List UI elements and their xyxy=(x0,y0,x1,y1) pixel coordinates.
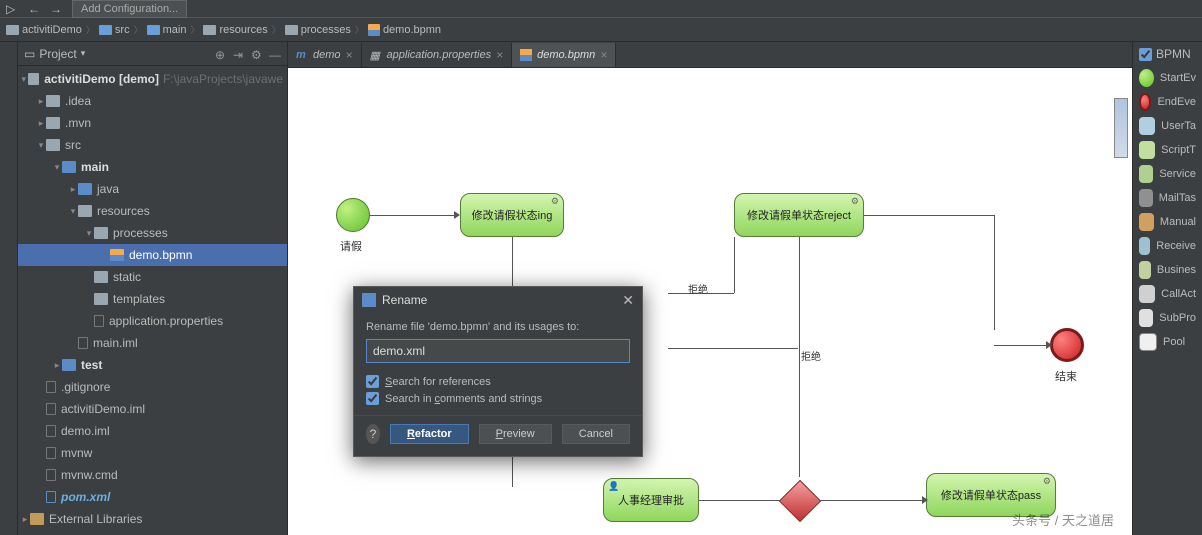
task-modify-status-ing[interactable]: ⚙修改请假状态ing xyxy=(460,193,564,237)
dialog-titlebar[interactable]: Rename ✕ xyxy=(354,287,642,313)
close-icon[interactable]: × xyxy=(346,48,353,62)
crumb-main[interactable]: main xyxy=(147,24,187,36)
palette-mail-task[interactable]: MailTas xyxy=(1133,186,1202,210)
palette-service-task[interactable]: Service xyxy=(1133,162,1202,186)
start-event[interactable] xyxy=(336,198,370,232)
crumb-file[interactable]: demo.bpmn xyxy=(368,24,441,36)
tree-pom[interactable]: pom.xml xyxy=(18,486,287,508)
palette-end-event[interactable]: EndEve xyxy=(1133,90,1202,114)
project-panel-header: ▭Project ▾ ⊕ ⇥ ⚙ — xyxy=(18,42,287,66)
panel-title: Project xyxy=(39,47,76,61)
refactor-button[interactable]: Refactor xyxy=(390,424,469,444)
fwd-icon[interactable]: → xyxy=(50,2,64,16)
cancel-button[interactable]: Cancel xyxy=(562,424,630,444)
user-icon: 👤 xyxy=(608,481,619,492)
tree-activiti-iml[interactable]: activitiDemo.iml xyxy=(18,398,287,420)
run-icon[interactable]: ▷ xyxy=(6,2,20,16)
task-hr-approval[interactable]: 👤人事经理审批 xyxy=(603,478,699,522)
main-toolbar: ▷ ← → Add Configuration... xyxy=(0,0,1202,18)
collapse-icon[interactable]: ⇥ xyxy=(233,48,245,60)
tab-app-props[interactable]: ▦application.properties× xyxy=(362,43,513,67)
chk-search-comments[interactable]: Search in comments and strings xyxy=(366,390,630,407)
gear-icon[interactable]: ⚙ xyxy=(251,48,263,60)
tree-scratches[interactable]: ▸Scratches and Consoles xyxy=(18,530,287,535)
start-label: 请假 xyxy=(340,238,362,254)
intellij-icon xyxy=(362,293,376,307)
edge-label-reject: 拒绝 xyxy=(801,348,821,363)
tree-processes[interactable]: ▾processes xyxy=(18,222,287,244)
tree-mvnw-cmd[interactable]: mvnw.cmd xyxy=(18,464,287,486)
tree-src[interactable]: ▾src xyxy=(18,134,287,156)
edge-label-reject: 拒绝 xyxy=(688,281,708,296)
tree-demo-bpmn[interactable]: demo.bpmn xyxy=(18,244,287,266)
tree-ext-libs[interactable]: ▸External Libraries xyxy=(18,508,287,530)
tree-static[interactable]: static xyxy=(18,266,287,288)
palette-start-event[interactable]: StartEv xyxy=(1133,66,1202,90)
crumb-src[interactable]: src xyxy=(99,24,130,36)
tree-test[interactable]: ▸test xyxy=(18,354,287,376)
close-icon[interactable]: × xyxy=(496,48,503,62)
palette-manual-task[interactable]: Manual xyxy=(1133,210,1202,234)
bpmn-palette: BPMN StartEv EndEve UserTa ScriptT Servi… xyxy=(1132,42,1202,535)
tree-idea[interactable]: ▸.idea xyxy=(18,90,287,112)
tree-resources[interactable]: ▾resources xyxy=(18,200,287,222)
palette-pool[interactable]: Pool xyxy=(1133,330,1202,354)
preview-button[interactable]: Preview xyxy=(479,424,552,444)
project-icon: ▭ xyxy=(24,47,35,61)
task-modify-status-reject[interactable]: ⚙修改请假单状态reject xyxy=(734,193,864,237)
dialog-prompt: Rename file 'demo.bpmn' and its usages t… xyxy=(366,321,630,333)
tree-java[interactable]: ▸java xyxy=(18,178,287,200)
scroll-to-icon[interactable]: ⊕ xyxy=(215,48,227,60)
crumb-resources[interactable]: resources xyxy=(203,24,267,36)
tree-app-props[interactable]: application.properties xyxy=(18,310,287,332)
palette-call-activity[interactable]: CallAct xyxy=(1133,282,1202,306)
dialog-title: Rename xyxy=(382,293,427,307)
tree-demo-iml[interactable]: demo.iml xyxy=(18,420,287,442)
tree-main-iml[interactable]: main.iml xyxy=(18,332,287,354)
palette-receive-task[interactable]: Receive xyxy=(1133,234,1202,258)
hide-icon[interactable]: — xyxy=(269,48,281,60)
palette-sub-process[interactable]: SubPro xyxy=(1133,306,1202,330)
palette-header: BPMN xyxy=(1133,42,1202,66)
palette-user-task[interactable]: UserTa xyxy=(1133,114,1202,138)
tree-mvn[interactable]: ▸.mvn xyxy=(18,112,287,134)
end-event[interactable] xyxy=(1050,328,1084,362)
project-tree[interactable]: ▾activitiDemo [demo]F:\javaProjects\java… xyxy=(18,66,287,535)
rename-dialog: Rename ✕ Rename file 'demo.bpmn' and its… xyxy=(353,286,643,457)
tree-gitignore[interactable]: .gitignore xyxy=(18,376,287,398)
tree-templates[interactable]: templates xyxy=(18,288,287,310)
gear-icon: ⚙ xyxy=(1043,476,1051,487)
gear-icon: ⚙ xyxy=(851,196,859,207)
watermark: 头条号 / 天之道居 xyxy=(1012,510,1114,529)
run-config-selector[interactable]: Add Configuration... xyxy=(72,0,187,18)
palette-business-rule[interactable]: Busines xyxy=(1133,258,1202,282)
tree-mvnw[interactable]: mvnw xyxy=(18,442,287,464)
project-panel: ▭Project ▾ ⊕ ⇥ ⚙ — ▾activitiDemo [demo]F… xyxy=(18,42,288,535)
rename-input[interactable] xyxy=(366,339,630,363)
chk-search-references[interactable]: Search for references xyxy=(366,373,630,390)
minimap[interactable] xyxy=(1114,98,1128,158)
end-label: 结束 xyxy=(1055,368,1077,384)
close-icon[interactable]: × xyxy=(600,48,607,62)
help-icon[interactable]: ? xyxy=(366,424,380,444)
back-icon[interactable]: ← xyxy=(28,2,42,16)
exclusive-gateway[interactable] xyxy=(779,480,821,522)
breadcrumb: activitiDemo〉 src〉 main〉 resources〉 proc… xyxy=(0,18,1202,42)
close-icon[interactable]: ✕ xyxy=(622,292,634,309)
tab-demo[interactable]: mdemo× xyxy=(288,43,362,67)
editor-tabs: mdemo× ▦application.properties× demo.bpm… xyxy=(288,42,1132,68)
palette-script-task[interactable]: ScriptT xyxy=(1133,138,1202,162)
crumb-project[interactable]: activitiDemo xyxy=(6,24,82,36)
tree-main[interactable]: ▾main xyxy=(18,156,287,178)
tree-root[interactable]: ▾activitiDemo [demo]F:\javaProjects\java… xyxy=(18,68,287,90)
left-gutter xyxy=(0,42,18,535)
gear-icon: ⚙ xyxy=(551,196,559,207)
tab-demo-bpmn[interactable]: demo.bpmn× xyxy=(512,43,616,67)
palette-toggle[interactable] xyxy=(1139,48,1152,61)
crumb-processes[interactable]: processes xyxy=(285,24,351,36)
